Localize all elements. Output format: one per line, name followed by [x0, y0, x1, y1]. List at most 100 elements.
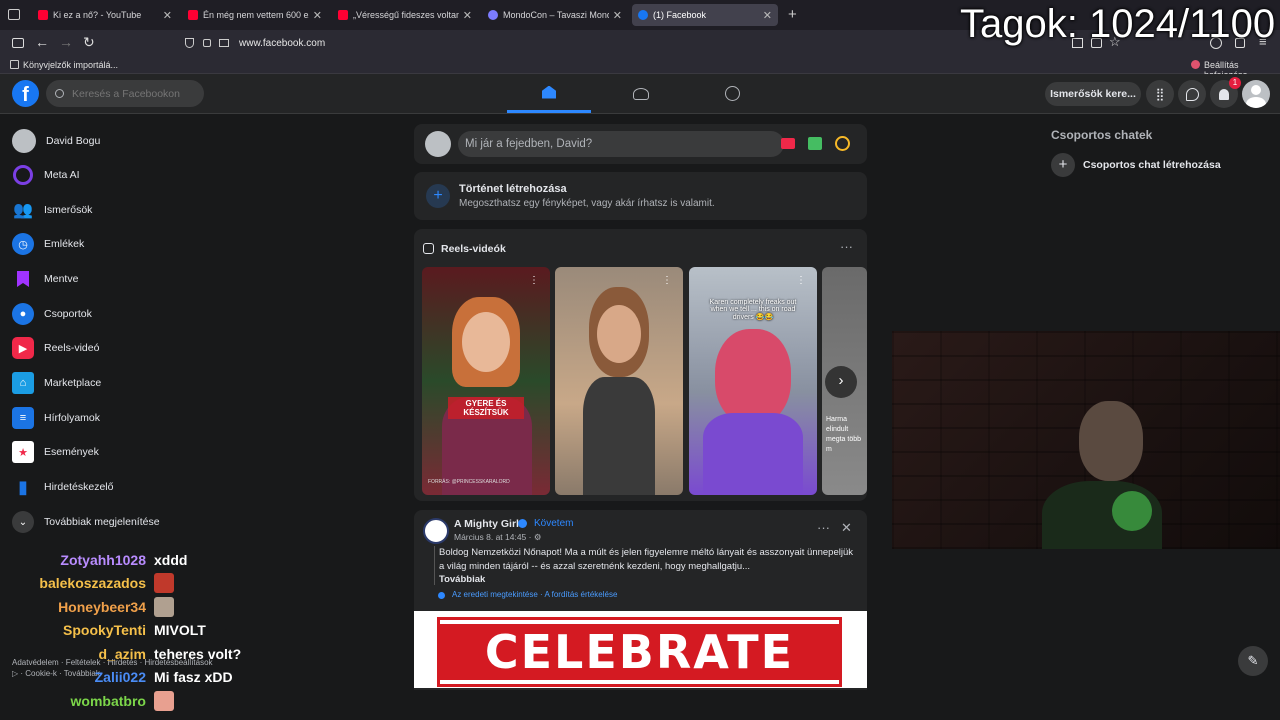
url-bar[interactable]: www.facebook.com: [178, 33, 1078, 53]
chat-message: Honeybeer34: [0, 596, 260, 618]
find-friends-button[interactable]: Ismerősök kere...: [1045, 82, 1141, 106]
post-text: Boldog Nemzetközi Nőnapot! Ma a múlt és …: [439, 547, 853, 572]
verified-icon: [518, 519, 527, 528]
mondocon-icon: [488, 10, 498, 20]
sidebar-item-events[interactable]: ★ Események: [12, 437, 99, 467]
lock-icon[interactable]: [203, 39, 211, 47]
bell-icon: [1219, 88, 1229, 100]
reel-more-icon[interactable]: ⋮: [796, 275, 806, 286]
reel-thumbnail[interactable]: ⋮: [555, 267, 683, 495]
feeling-icon[interactable]: [835, 136, 850, 151]
facebook-icon: [638, 10, 648, 20]
tab-list-icon[interactable]: [8, 9, 20, 20]
new-tab-button[interactable]: +: [788, 6, 797, 23]
close-tab-icon[interactable]: ✕: [463, 9, 472, 22]
post-image[interactable]: CELEBRATE: [414, 611, 867, 688]
sidebar-toggle-icon[interactable]: [12, 38, 24, 48]
reload-icon[interactable]: ↻: [83, 34, 95, 51]
compose-message-button[interactable]: ✎: [1238, 646, 1268, 676]
browser-tab[interactable]: „Vérességű fideszes voltam, de✕: [332, 4, 478, 26]
groups-icon: ●: [12, 303, 34, 325]
plus-icon: +: [426, 184, 450, 208]
reel-caption: Harma elindult megta több m: [826, 416, 862, 453]
sidebar-item-friends[interactable]: 👥 Ismerősök: [12, 195, 92, 225]
sidebar-item-profile[interactable]: David Bogu: [12, 126, 100, 156]
friends-icon: 👥: [13, 202, 33, 219]
ads-manager-icon: ▮: [18, 476, 28, 497]
close-icon[interactable]: ✕: [841, 520, 852, 536]
composer-input[interactable]: Mi jár a fejedben, David?: [458, 131, 784, 157]
tab-groups[interactable]: [690, 74, 774, 113]
close-tab-icon[interactable]: ✕: [763, 9, 772, 22]
import-bookmarks-link[interactable]: Könyvjelzők importálá...: [23, 60, 118, 70]
sidebar-item-ads-manager[interactable]: ▮ Hirdetéskezelő: [12, 472, 113, 502]
back-icon[interactable]: ←: [35, 34, 49, 50]
sidebar-item-memories[interactable]: ◷ Emlékek: [12, 229, 84, 259]
reels-more-icon[interactable]: ···: [840, 239, 853, 254]
shield-icon[interactable]: [185, 38, 194, 48]
sidebar-item-reels[interactable]: ▶ Reels-videó: [12, 333, 99, 363]
meta-ai-icon: [13, 165, 33, 185]
search-box[interactable]: [46, 80, 204, 107]
close-tab-icon[interactable]: ✕: [163, 9, 172, 22]
close-tab-icon[interactable]: ✕: [613, 9, 622, 22]
import-bookmarks-icon[interactable]: [10, 60, 19, 69]
messenger-button[interactable]: [1178, 80, 1206, 108]
reel-more-icon[interactable]: ⋮: [662, 275, 672, 286]
post-more-icon[interactable]: ···: [817, 520, 830, 535]
reels-icon: [423, 243, 434, 254]
follow-link[interactable]: Követem: [534, 518, 573, 529]
sidebar-item-show-more[interactable]: ⌄ Továbbiak megjelenítése: [12, 507, 160, 537]
browser-tab[interactable]: Én még nem vettem 600 ezer f✕: [182, 4, 328, 26]
browser-tab[interactable]: Ki ez a nő? - YouTube ✕: [32, 4, 178, 26]
profile-avatar[interactable]: [1242, 80, 1270, 108]
search-icon: [55, 89, 64, 98]
story-title: Történet létrehozása: [459, 183, 567, 195]
reels-next-button[interactable]: ›: [825, 366, 857, 398]
post-author[interactable]: A Mighty Girl: [454, 518, 519, 530]
reel-caption: Karen completely freaks out when we tell…: [709, 299, 797, 321]
post-date[interactable]: Március 8. at 14:45 · ⚙: [454, 532, 541, 543]
facebook-logo-icon[interactable]: f: [12, 80, 39, 107]
browser-tab[interactable]: MondoCon – Tavaszi MondoCon✕: [482, 4, 628, 26]
avatar[interactable]: [423, 518, 449, 544]
create-story-card[interactable]: + Történet létrehozása Megoszthatsz egy …: [414, 172, 867, 220]
youtube-icon: [338, 10, 348, 20]
feeds-icon: ≡: [12, 407, 34, 429]
emote-icon: [154, 691, 174, 711]
translation-links[interactable]: Az eredeti megtekintése · A fordítás ért…: [452, 590, 617, 599]
reel-thumbnail[interactable]: Karen completely freaks out when we tell…: [689, 267, 817, 495]
reels-title: Reels-videók: [441, 243, 506, 255]
photo-video-icon[interactable]: [808, 137, 822, 150]
sidebar-item-groups[interactable]: ● Csoportok: [12, 299, 92, 329]
sidebar-item-meta-ai[interactable]: Meta AI: [12, 160, 80, 190]
plus-icon: +: [1051, 153, 1075, 177]
menu-grid-button[interactable]: ⣿: [1146, 80, 1174, 108]
reel-more-icon[interactable]: ⋮: [529, 275, 539, 286]
grid-icon: ⣿: [1155, 87, 1165, 101]
url-text[interactable]: www.facebook.com: [239, 38, 325, 49]
sidebar-item-saved[interactable]: Mentve: [12, 264, 78, 294]
live-video-icon[interactable]: [781, 138, 795, 149]
tab-home[interactable]: [507, 74, 591, 113]
saved-icon: [12, 268, 34, 290]
sidebar-item-feeds[interactable]: ≡ Hírfolyamok: [12, 403, 100, 433]
search-input[interactable]: [72, 87, 197, 100]
bookmarks-bar: Könyvjelzők importálá... Beállítás befej…: [0, 56, 1280, 80]
see-more-link[interactable]: Továbbiak: [439, 574, 854, 585]
chat-message: balekoszazados: [0, 572, 260, 594]
browser-tab-active[interactable]: (1) Facebook ✕: [632, 4, 778, 26]
forward-icon[interactable]: →: [59, 34, 73, 50]
permissions-icon[interactable]: [219, 39, 229, 47]
home-icon: [542, 85, 556, 99]
compose-icon: ✎: [1247, 653, 1259, 668]
messenger-icon: [1185, 87, 1199, 101]
tab-friends[interactable]: [599, 74, 683, 113]
reel-thumbnail[interactable]: GYERE ÉS KÉSZÍTSÜK FORRÁS: @PRINCESSKARA…: [422, 267, 550, 495]
post-text-block: Boldog Nemzetközi Nőnapot! Ma a múlt és …: [434, 546, 854, 585]
close-tab-icon[interactable]: ✕: [313, 9, 322, 22]
setup-icon[interactable]: [1191, 60, 1200, 69]
create-group-chat-button[interactable]: + Csoportos chat létrehozása: [1051, 153, 1221, 177]
post-image-text: CELEBRATE: [484, 625, 795, 679]
sidebar-item-marketplace[interactable]: ⌂ Marketplace: [12, 368, 101, 398]
